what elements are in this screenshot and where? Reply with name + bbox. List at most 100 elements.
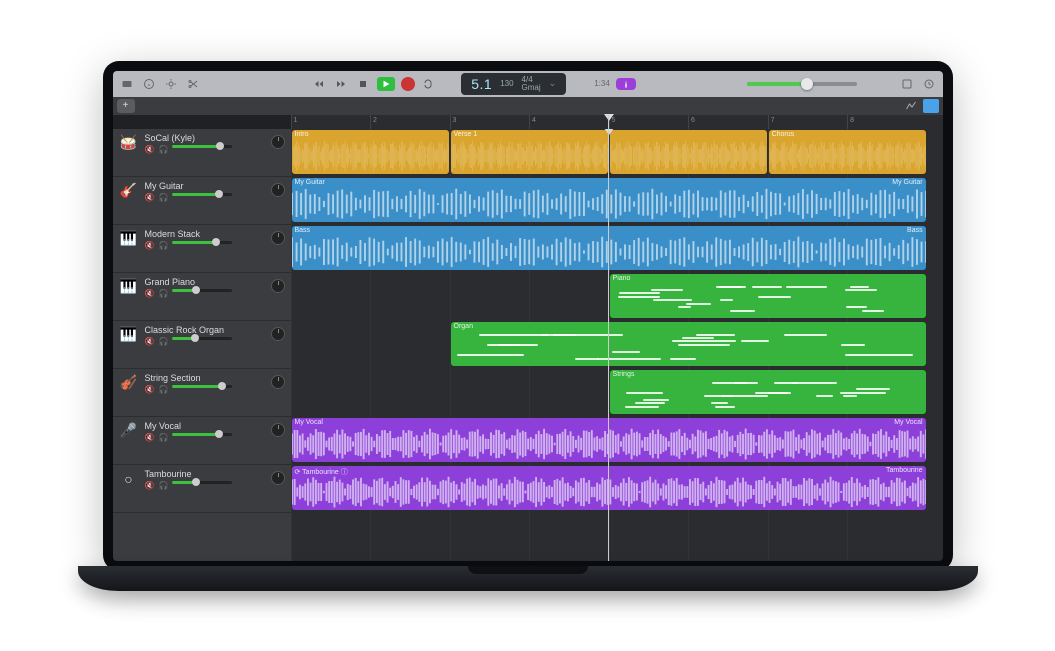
forward-button[interactable] [333,76,349,92]
headphone-icon[interactable]: 🎧 [158,289,168,298]
headphone-icon[interactable]: 🎧 [158,145,168,154]
mute-icon[interactable]: 🔇 [145,481,155,490]
key-display: Gmaj [522,84,541,92]
region[interactable] [610,130,767,174]
rewind-button[interactable] [311,76,327,92]
headphone-icon[interactable]: 🎧 [158,337,168,346]
mute-icon[interactable]: 🔇 [145,241,155,250]
mute-icon[interactable]: 🔇 [145,385,155,394]
mute-icon[interactable]: 🔇 [145,337,155,346]
track-name: Classic Rock Organ [145,325,285,335]
region-label-right: Bass [907,227,923,234]
stop-button[interactable] [355,76,371,92]
ruler-tick: 1 [291,115,298,129]
scissors-button[interactable] [185,76,201,92]
lcd-display[interactable]: 5.1 130 4/4Gmaj ⌄ [461,73,566,95]
timeline-ruler[interactable]: 12345678 [291,115,943,130]
track-header[interactable]: 🎹 Grand Piano 🔇 🎧 [113,273,291,321]
headphone-icon[interactable]: 🎧 [158,241,168,250]
region-label: Organ [454,323,473,330]
track-name: My Vocal [145,421,285,431]
arrange-area[interactable]: IntroVerse 1ChorusMy GuitarMy GuitarBass… [291,129,943,561]
midi-notes [455,334,922,363]
track-volume[interactable] [172,241,232,244]
track-volume[interactable] [172,385,232,388]
track-header[interactable]: 🎹 Modern Stack 🔇 🎧 [113,225,291,273]
mute-icon[interactable]: 🔇 [145,145,155,154]
play-button[interactable] [377,77,395,91]
track-headers: 🥁 SoCal (Kyle) 🔇 🎧 🎸 My Guitar 🔇 🎧 🎹 Mod… [113,129,291,561]
headphone-icon[interactable]: 🎧 [158,433,168,442]
region-label: My Vocal [295,419,323,426]
add-track-button[interactable]: + [117,99,135,113]
region-label: Verse 1 [454,131,478,138]
automation-button[interactable] [903,98,919,114]
region[interactable]: Intro [292,130,449,174]
track-name: SoCal (Kyle) [145,133,285,143]
pan-knob[interactable] [271,327,285,341]
record-button[interactable] [401,77,415,91]
editor-button[interactable] [163,76,179,92]
region-label-right: Tambourine [886,467,923,474]
region[interactable]: Organ [451,322,926,366]
pan-knob[interactable] [271,375,285,389]
track-header[interactable]: ○ Tambourine 🔇 🎧 [113,465,291,513]
track-volume[interactable] [172,145,232,148]
region[interactable]: Strings [610,370,926,414]
mute-icon[interactable]: 🔇 [145,289,155,298]
track-icon: ○ [119,469,139,489]
track-volume[interactable] [172,337,232,340]
track-icon: 🎤 [119,421,139,441]
track-volume[interactable] [172,193,232,196]
region[interactable]: Chorus [769,130,926,174]
region[interactable]: Verse 1 [451,130,608,174]
pan-knob[interactable] [271,135,285,149]
track-name: String Section [145,373,285,383]
notes-button[interactable] [899,76,915,92]
waveform [610,140,767,172]
track-name: Tambourine [145,469,285,479]
tuner-time: 1:34 [594,79,610,88]
loop-browser-button[interactable] [921,76,937,92]
notch [473,61,583,71]
app-window: 5.1 130 4/4Gmaj ⌄ 1:34 + 123456 [113,71,943,561]
pan-knob[interactable] [271,279,285,293]
track-volume[interactable] [172,433,232,436]
region-label: Chorus [772,131,795,138]
headphone-icon[interactable]: 🎧 [158,385,168,394]
region-label: Piano [613,275,631,282]
track-header[interactable]: 🎹 Classic Rock Organ 🔇 🎧 [113,321,291,369]
region-label-right: My Guitar [892,179,922,186]
library-button[interactable] [119,76,135,92]
region-label: Strings [613,371,635,378]
track-volume[interactable] [172,289,232,292]
track-icon: 🎹 [119,229,139,249]
track-name: Modern Stack [145,229,285,239]
track-header[interactable]: 🎸 My Guitar 🔇 🎧 [113,177,291,225]
track-icon: 🎸 [119,181,139,201]
master-volume[interactable] [747,82,857,86]
mute-icon[interactable]: 🔇 [145,193,155,202]
track-volume[interactable] [172,481,232,484]
info-button[interactable] [141,76,157,92]
cycle-button[interactable] [421,76,437,92]
headphone-icon[interactable]: 🎧 [158,193,168,202]
mute-icon[interactable]: 🔇 [145,433,155,442]
laptop-frame: 5.1 130 4/4Gmaj ⌄ 1:34 + 123456 [78,41,978,611]
region[interactable]: Piano [610,274,926,318]
pan-knob[interactable] [271,231,285,245]
pan-knob[interactable] [271,423,285,437]
track-header[interactable]: 🎤 My Vocal 🔇 🎧 [113,417,291,465]
ruler-tick: 6 [688,115,695,129]
track-header[interactable]: 🥁 SoCal (Kyle) 🔇 🎧 [113,129,291,177]
master-volume-knob[interactable] [801,78,813,90]
region-label: Intro [295,131,309,138]
headphone-icon[interactable]: 🎧 [158,481,168,490]
track-header[interactable]: 🎻 String Section 🔇 🎧 [113,369,291,417]
pan-knob[interactable] [271,471,285,485]
master-volume-fill [747,82,808,86]
position-display: 5.1 [471,76,492,92]
pan-knob[interactable] [271,183,285,197]
tuner-button[interactable] [616,78,636,90]
view-toggle[interactable] [923,99,939,113]
